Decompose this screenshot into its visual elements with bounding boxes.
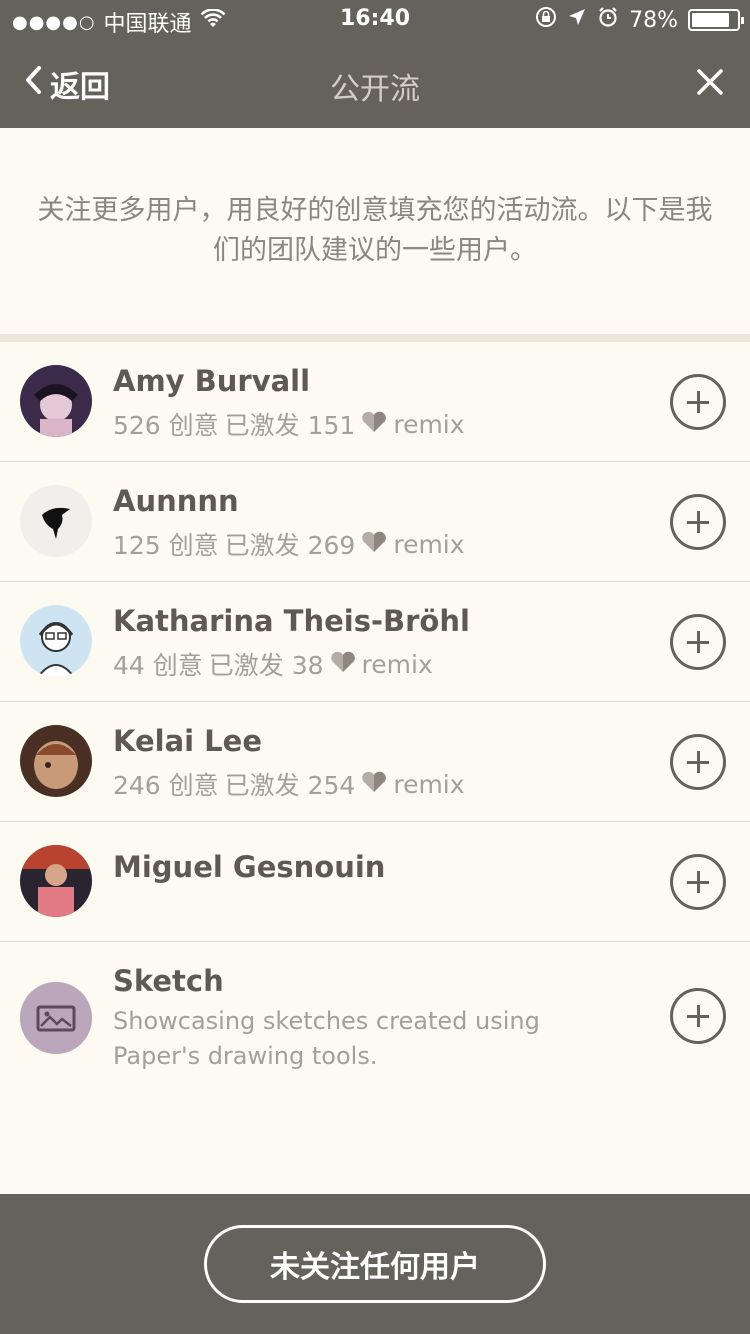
battery-percent: 78% xyxy=(629,7,678,33)
avatar xyxy=(20,982,92,1054)
follow-button[interactable] xyxy=(670,614,726,670)
ideas-count: 246 创意 xyxy=(113,771,219,800)
heart-icon xyxy=(361,770,387,799)
remix-label: remix xyxy=(393,769,465,799)
follow-button[interactable] xyxy=(670,494,726,550)
remix-label: remix xyxy=(361,649,433,679)
rotation-lock-icon xyxy=(535,6,557,34)
nav-bar: 返回 公开流 xyxy=(0,40,750,128)
inspired-count: 已激发 269 xyxy=(224,531,356,560)
inspired-count: 已激发 38 xyxy=(208,651,324,680)
list-item[interactable]: Kelai Lee 246 创意 已激发 254 remix xyxy=(0,702,750,822)
image-icon xyxy=(20,982,92,1054)
follow-button[interactable] xyxy=(670,734,726,790)
battery-icon xyxy=(688,9,744,31)
list-item[interactable]: Katharina Theis-Bröhl 44 创意 已激发 38 remix xyxy=(0,582,750,702)
user-name: Amy Burvall xyxy=(113,364,311,398)
remix-label: remix xyxy=(393,529,465,559)
avatar xyxy=(20,485,92,557)
heart-icon xyxy=(361,410,387,439)
section-divider xyxy=(0,334,750,342)
ideas-count: 44 创意 xyxy=(113,651,203,680)
follow-button[interactable] xyxy=(670,988,726,1044)
ideas-count: 125 创意 xyxy=(113,531,219,560)
ideas-count: 526 创意 xyxy=(113,411,219,440)
user-name: Aunnnn xyxy=(113,484,239,518)
follow-button[interactable] xyxy=(670,854,726,910)
user-stats: 125 创意 已激发 269 remix xyxy=(113,526,465,562)
close-button[interactable] xyxy=(696,68,724,96)
page-title: 公开流 xyxy=(330,72,420,107)
user-name: Katharina Theis-Bröhl xyxy=(113,604,470,638)
intro-text: 关注更多用户，用良好的创意填充您的活动流。以下是我们的团队建议的一些用户。 xyxy=(37,195,713,266)
alarm-icon xyxy=(597,6,619,34)
user-stats: 246 创意 已激发 254 remix xyxy=(113,766,465,802)
avatar xyxy=(20,725,92,797)
remix-label: remix xyxy=(393,409,465,439)
user-description: Showcasing sketches created using Paper'… xyxy=(113,1007,540,1070)
location-icon xyxy=(567,7,587,33)
intro-section: 关注更多用户，用良好的创意填充您的活动流。以下是我们的团队建议的一些用户。 xyxy=(0,128,750,334)
list-item[interactable]: Aunnnn 125 创意 已激发 269 remix xyxy=(0,462,750,582)
user-name: Sketch xyxy=(113,964,224,998)
suggested-users-list: Amy Burvall 526 创意 已激发 151 remix Aunnnn … xyxy=(0,342,750,1152)
user-name: Kelai Lee xyxy=(113,724,262,758)
user-stats: 526 创意 已激发 151 remix xyxy=(113,406,465,442)
list-item[interactable]: Amy Burvall 526 创意 已激发 151 remix xyxy=(0,342,750,462)
user-name: Miguel Gesnouin xyxy=(113,850,386,884)
avatar xyxy=(20,365,92,437)
avatar xyxy=(20,845,92,917)
user-stats: 44 创意 已激发 38 remix xyxy=(113,646,433,682)
follow-status-button[interactable]: 未关注任何用户 xyxy=(204,1225,546,1303)
follow-button[interactable] xyxy=(670,374,726,430)
status-bar: ●●●●○ 中国联通 16:40 78% xyxy=(0,0,750,40)
inspired-count: 已激发 254 xyxy=(224,771,356,800)
inspired-count: 已激发 151 xyxy=(224,411,356,440)
avatar xyxy=(20,605,92,677)
bottom-bar: 未关注任何用户 xyxy=(0,1194,750,1334)
close-icon xyxy=(697,69,723,95)
list-item[interactable]: Miguel Gesnouin xyxy=(0,822,750,942)
list-item[interactable]: Sketch Showcasing sketches created using… xyxy=(0,942,750,1152)
top-bar: ●●●●○ 中国联通 16:40 78% 返回 公开流 xyxy=(0,0,750,128)
heart-icon xyxy=(361,530,387,559)
heart-icon xyxy=(330,650,356,679)
